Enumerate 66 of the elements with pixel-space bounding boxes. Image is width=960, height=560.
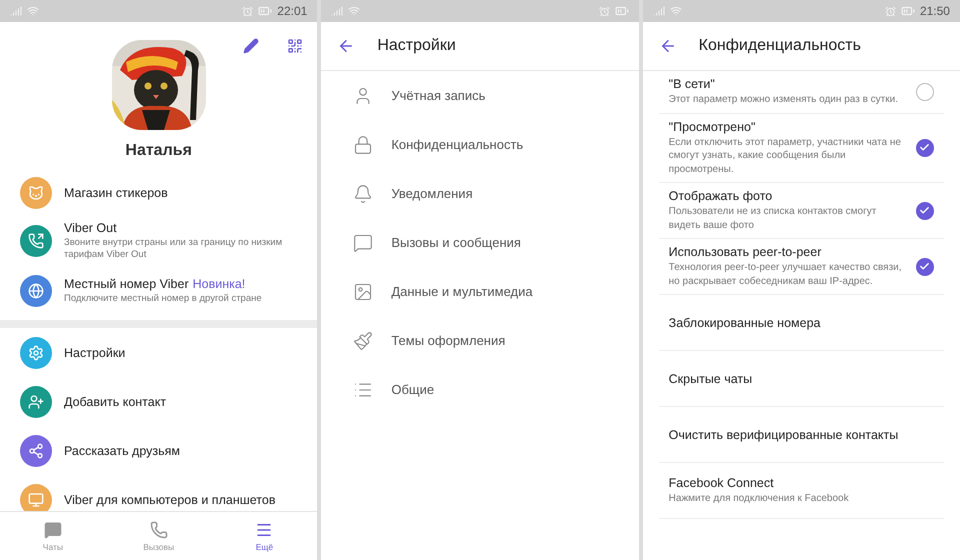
setting-description: Пользователи не из списка контактов смогут видеть ваше фото (668, 205, 878, 232)
setting-description: Технология peer-to-peer улучшает качество связи, но раскрывает собеседникам ваш IP-адрес. (668, 261, 903, 288)
setting-title[interactable]: "В сети" (668, 77, 898, 91)
screen-title: Настройки (377, 37, 456, 55)
nav-tab[interactable]: Ещё (212, 512, 318, 560)
alarm-icon (242, 6, 254, 16)
qr-code-icon[interactable] (287, 38, 304, 54)
status-time: 22:01 (277, 4, 308, 18)
menu-item-title: Магазин стикеров (64, 186, 168, 200)
settings-item[interactable]: Учётная запись (391, 88, 486, 103)
setting-description: Этот параметр можно изменять один раз в сутки. (668, 93, 898, 106)
bell-icon (353, 184, 374, 204)
settings-item[interactable]: Вызовы и сообщения (391, 235, 521, 250)
battery-icon (614, 4, 629, 18)
menu-item-subtitle: Подключите местный номер в другой стране (64, 292, 262, 306)
checkbox[interactable] (916, 82, 934, 101)
image-icon (353, 282, 374, 302)
setting-description: Если отключить этот параметр, участники чата не смогут узнать, какие сообщения были просмотрены. (668, 136, 902, 176)
menu-item[interactable]: Добавить контакт (0, 377, 318, 426)
setting-title[interactable]: Отображать фото (668, 189, 908, 203)
phone-icon (150, 520, 168, 538)
menu-item-title: Добавить контакт (64, 394, 166, 408)
menu-item[interactable]: Рассказать друзьям (0, 426, 318, 475)
setting-title[interactable]: Использовать peer-to-peer (668, 245, 908, 259)
settings-item[interactable]: Темы оформления (391, 333, 506, 348)
setting-title[interactable]: Facebook Connect (668, 476, 849, 490)
battery-icon (258, 4, 272, 18)
profile-name: Наталья (125, 142, 192, 160)
settings-item[interactable]: Данные и мультимедиа (391, 284, 533, 299)
chat-icon (44, 520, 62, 538)
checkbox[interactable] (916, 138, 934, 157)
status-time: 21:50 (920, 4, 950, 18)
checkbox[interactable] (916, 202, 934, 220)
menu-item-title: Местный номер Viber (64, 276, 189, 291)
alarm-icon (884, 6, 896, 16)
chat-icon (353, 232, 374, 252)
signal-icon (10, 5, 22, 17)
alarm-icon (598, 6, 610, 16)
check-icon (919, 142, 930, 154)
settings-item[interactable]: Конфиденциальность (391, 137, 524, 152)
battery-icon (900, 4, 915, 18)
menu-item-title: Viber для компьютеров и планшетов (64, 492, 276, 506)
setting-description: Нажмите для подключения к Facebook (668, 492, 849, 506)
lock-icon (353, 134, 374, 154)
menu-item-title: Viber Out (64, 220, 117, 235)
signal-icon (331, 5, 344, 17)
menu-item[interactable]: Viber Out Звоните внутри страны или за границу по низким тарифам Viber Out (0, 216, 318, 266)
paintbrush-icon (353, 330, 374, 350)
menu-item-subtitle: Звоните внутри страны или за границу по низким тарифам Viber Out (64, 236, 284, 262)
menu-item-title: Настройки (64, 346, 126, 360)
setting-title[interactable]: Очистить верифицированные контакты (668, 428, 898, 442)
screen-title: Конфиденциальность (698, 37, 861, 55)
setting-title[interactable]: "Просмотрено" (668, 120, 908, 134)
checkbox[interactable] (916, 258, 934, 276)
setting-title[interactable]: Заблокированные номера (668, 316, 820, 330)
settings-item[interactable]: Общие (391, 382, 434, 397)
pencil-icon[interactable] (243, 38, 260, 54)
setting-title[interactable]: Скрытые чаты (668, 372, 752, 386)
new-label: Новинка! (192, 276, 246, 291)
menu-item[interactable]: Настройки (0, 328, 318, 377)
menu-item[interactable]: Магазин стикеров (0, 170, 318, 216)
check-icon (919, 205, 930, 216)
check-icon (919, 261, 930, 272)
menu-item-title: Рассказать друзьям (64, 444, 180, 458)
menu-item[interactable]: Местный номер Viber Новинка! Подключите местный номер в другой стране (0, 266, 318, 316)
settings-item[interactable]: Уведомления (391, 186, 473, 201)
